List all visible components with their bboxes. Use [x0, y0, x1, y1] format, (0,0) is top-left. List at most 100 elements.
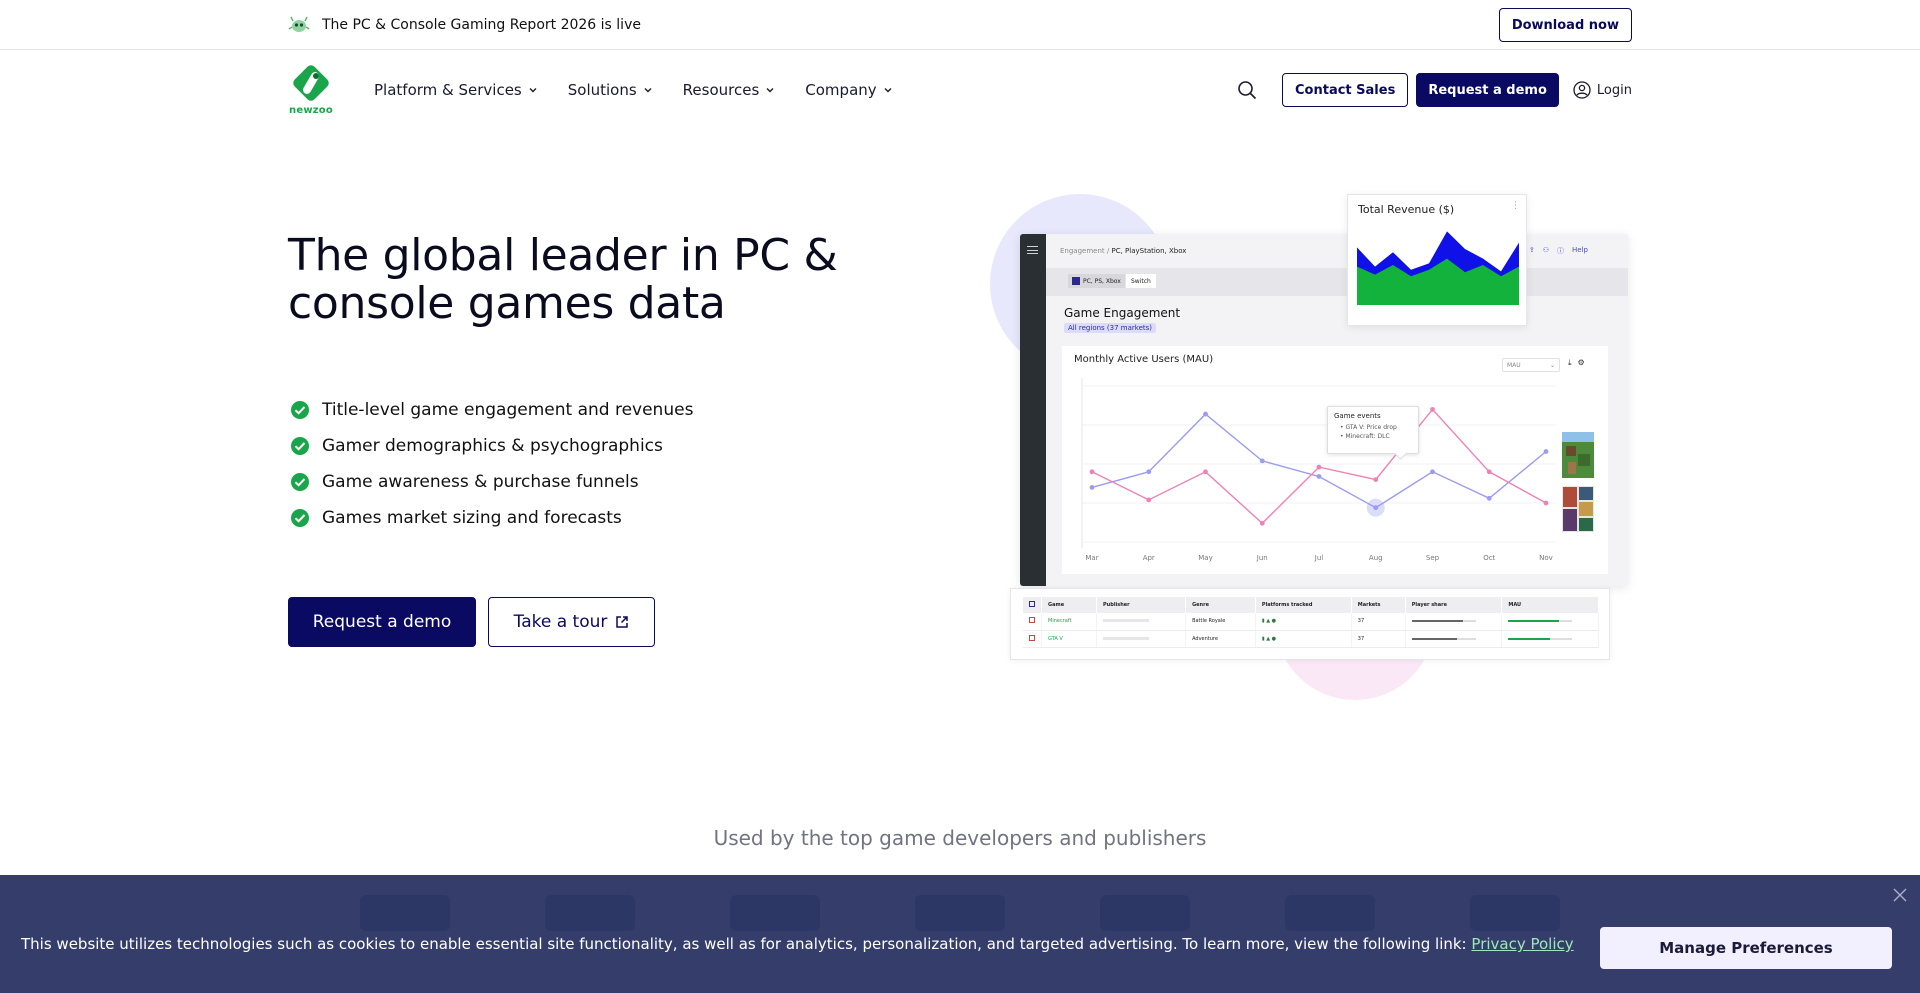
game-cell: GTA V [1041, 630, 1098, 648]
row-checkbox-cell [1023, 613, 1042, 631]
chevron-down-icon [766, 88, 774, 93]
share-icon: ⇪ [1528, 246, 1535, 254]
newzoo-logo[interactable]: newzoo [288, 62, 334, 118]
data-point [1203, 469, 1208, 475]
newzoo-logo-icon [293, 65, 329, 101]
markets-cell: 37 [1351, 613, 1406, 631]
tooltip-event: • Minecraft: DLC [1340, 433, 1390, 440]
data-point [1430, 407, 1435, 412]
x-tick-label: Jul [1314, 554, 1324, 562]
dashboard-window: Engagement / PC, PlayStation, Xbox ⇪ ⚇ ⓘ… [1020, 234, 1628, 586]
search-icon[interactable] [1236, 79, 1258, 101]
markets-cell: 37 [1351, 630, 1406, 648]
bar-remainder [1550, 637, 1573, 640]
switch-pill: Switch [1126, 274, 1156, 288]
x-tick-label: Jun [1256, 554, 1268, 562]
data-point [1543, 500, 1549, 506]
check-circle-icon [291, 509, 309, 527]
menu-label: Platform & Services [374, 81, 522, 99]
menu-label: Resources [682, 81, 760, 99]
feature-text: Title-level game engagement and revenues [322, 400, 694, 420]
main-nav: newzoo Platform & Services Solutions Res… [288, 50, 1632, 130]
contact-sales-button[interactable]: Contact Sales [1282, 73, 1409, 107]
data-point [1373, 477, 1379, 482]
used-by-heading: Used by the top game developers and publ… [713, 826, 1207, 850]
login-link[interactable]: Login [1573, 81, 1632, 99]
tooltip-event-text: Minecraft: DLC [1345, 433, 1390, 440]
chevron-down-icon [884, 88, 892, 93]
menu-resources[interactable]: Resources [683, 81, 776, 99]
x-tick-label: Aug [1369, 554, 1383, 562]
platform-pill-label: PC, PS, Xbox [1083, 277, 1121, 285]
table-header-cell: Player share [1405, 597, 1503, 613]
publisher-cell [1096, 613, 1187, 631]
privacy-policy-link[interactable]: Privacy Policy [1471, 935, 1573, 953]
login-label: Login [1596, 82, 1632, 98]
dashboard-sidebar [1020, 234, 1046, 586]
mau-bar [1508, 620, 1573, 623]
player-share-bar [1411, 620, 1476, 623]
x-tick-label: May [1198, 554, 1212, 562]
take-tour-label: Take a tour [513, 612, 608, 632]
hero-title: The global leader in PC & console games … [288, 230, 838, 329]
placeholder-bar [1103, 619, 1150, 623]
download-now-button[interactable]: Download now [1498, 8, 1632, 42]
table-header-cell: Game [1041, 597, 1098, 613]
platform-icon [1072, 277, 1080, 285]
games-table: Game Publisher Genre Platforms tracked M… [1023, 597, 1599, 648]
minecraft-thumbnail [1562, 432, 1594, 478]
gta-thumbnail [1562, 486, 1594, 532]
mau-cell [1501, 613, 1599, 631]
platforms-cell: ▮ ▲ ● [1255, 613, 1352, 631]
announcement-text: The PC & Console Gaming Report 2026 is l… [322, 17, 641, 33]
tooltip-title: Game events [1334, 412, 1381, 420]
close-icon[interactable] [1891, 886, 1909, 904]
menu-icon [1027, 246, 1038, 254]
placeholder-bar [1103, 636, 1150, 640]
revenue-title: Total Revenue ($) [1358, 203, 1455, 216]
revenue-area-chart [1357, 231, 1519, 305]
cookie-banner: This website utilizes technologies such … [0, 875, 1920, 993]
data-point [1146, 469, 1152, 475]
table-header-cell: MAU [1501, 597, 1599, 613]
game-events-tooltip: Game events • GTA V: Price drop • Minecr… [1327, 406, 1419, 454]
checkbox-icon [1029, 617, 1035, 624]
dashboard-illustration: Engagement / PC, PlayStation, Xbox ⇪ ⚇ ⓘ… [990, 190, 1640, 700]
primary-menu: Platform & Services Solutions Resources … [374, 81, 893, 99]
player-share-bar [1411, 637, 1476, 640]
check-circle-icon [291, 437, 309, 455]
data-point [1430, 469, 1435, 475]
x-tick-label: Mar [1085, 554, 1098, 562]
tooltip-event-text: GTA V: Price drop [1345, 424, 1397, 431]
genre-cell: Battle Royale [1185, 613, 1256, 631]
chevron-down-icon [529, 88, 537, 93]
request-demo-button[interactable]: Request a demo [288, 597, 476, 647]
take-tour-button[interactable]: Take a tour [488, 597, 655, 647]
game-cell: Minecraft [1041, 613, 1098, 631]
dashboard-toolbar: ⇪ ⚇ ⓘ Help [1529, 246, 1588, 256]
feature-item: Game awareness & purchase funnels [288, 464, 693, 500]
menu-company[interactable]: Company [805, 81, 892, 99]
mau-chart-card: Monthly Active Users (MAU) MAU ⌄ ⤓ ⚙ Mar Ap… [1062, 346, 1608, 574]
request-demo-nav-button[interactable]: Request a demo [1416, 73, 1559, 107]
data-point [1373, 505, 1379, 511]
manage-preferences-button[interactable]: Manage Preferences [1600, 927, 1892, 969]
data-point [1146, 497, 1152, 503]
mau-bar [1508, 637, 1573, 640]
player-share-cell [1405, 630, 1503, 648]
data-point [1203, 411, 1208, 417]
x-tick-label: Apr [1143, 554, 1155, 562]
help-label: Help [1572, 246, 1588, 254]
platform-icons: ▮ ▲ ● [1261, 635, 1277, 642]
x-tick-label: Oct [1483, 554, 1495, 562]
alien-icon [288, 16, 310, 32]
data-point [1259, 458, 1265, 464]
data-point [1259, 520, 1265, 526]
feature-text: Games market sizing and forecasts [322, 508, 622, 528]
menu-platform-services[interactable]: Platform & Services [374, 81, 538, 99]
data-point [1316, 464, 1322, 470]
user-icon: ⚇ [1542, 246, 1550, 254]
breadcrumb-current: PC, PlayStation, Xbox [1111, 247, 1187, 255]
table-header-cell: Publisher [1096, 597, 1187, 613]
menu-solutions[interactable]: Solutions [568, 81, 653, 99]
